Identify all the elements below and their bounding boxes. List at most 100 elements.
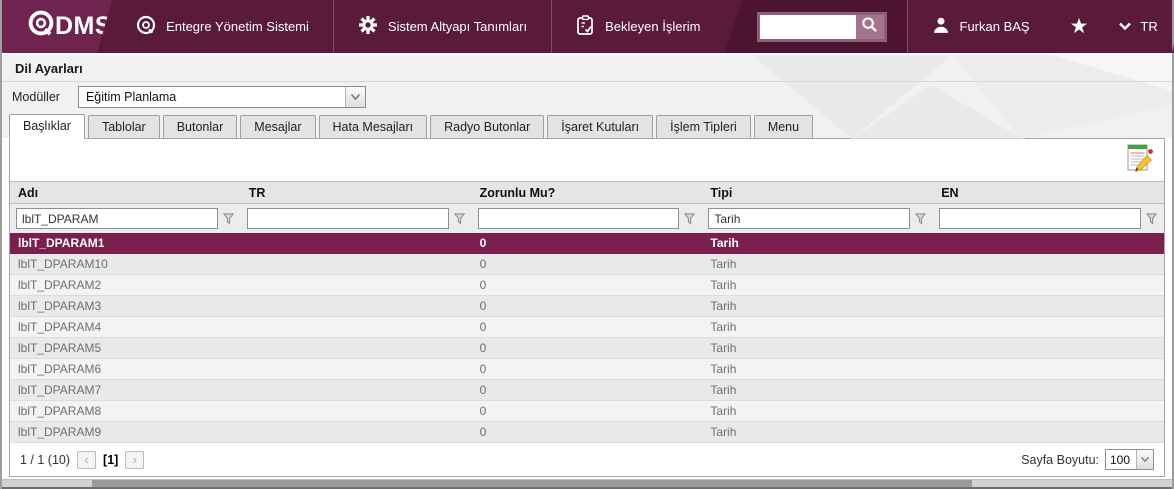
qdms-q-icon — [28, 10, 54, 43]
table-cell: lblT_DPARAM8 — [10, 404, 241, 418]
chevron-down-icon[interactable] — [345, 87, 365, 107]
module-dropdown[interactable]: Eğitim Planlama — [78, 86, 366, 108]
global-search-section — [725, 0, 907, 53]
table-row[interactable]: lblT_DPARAM100Tarih — [10, 254, 1164, 275]
top-navigation-bar: DMS Entegre Yönetim Sistemi Sistem Altya… — [2, 0, 1172, 55]
tab-islem-tipleri[interactable]: İşlem Tipleri — [656, 115, 751, 138]
column-header[interactable]: EN — [933, 182, 1164, 203]
grid-filter-row — [10, 204, 1164, 233]
table-row[interactable]: lblT_DPARAM30Tarih — [10, 296, 1164, 317]
table-cell: Tarih — [702, 236, 933, 250]
table-cell: 0 — [472, 236, 703, 250]
table-cell: Tarih — [702, 362, 933, 376]
tab-radyo-butonlar[interactable]: Radyo Butonlar — [430, 115, 544, 138]
filter-funnel-icon[interactable] — [453, 212, 466, 226]
filter-cell — [472, 208, 703, 229]
tab-strip: BaşlıklarTablolarButonlarMesajlarHata Me… — [2, 112, 1172, 138]
table-row[interactable]: lblT_DPARAM90Tarih — [10, 422, 1164, 443]
scrollbar-thumb[interactable] — [92, 480, 972, 487]
filter-cell — [702, 208, 933, 229]
column-header[interactable]: Tipi — [702, 182, 933, 203]
next-page-button[interactable]: › — [125, 451, 144, 469]
search-button[interactable] — [856, 15, 884, 39]
tab-butonlar[interactable]: Butonlar — [163, 115, 238, 138]
user-menu[interactable]: Furkan BAŞ — [907, 0, 1054, 53]
nav-sistem-altyapi-tanimlari[interactable]: Sistem Altyapı Tanımları — [333, 0, 551, 53]
table-cell: lblT_DPARAM9 — [10, 425, 241, 439]
column-header[interactable]: TR — [241, 182, 472, 203]
tab-mesajlar[interactable]: Mesajlar — [240, 115, 315, 138]
filter-funnel-icon[interactable] — [1145, 212, 1158, 226]
page-title: Dil Ayarları — [15, 61, 83, 76]
table-cell: 0 — [472, 383, 703, 397]
table-row[interactable]: lblT_DPARAM8 0Tarih — [10, 401, 1164, 422]
tab-menu[interactable]: Menu — [754, 115, 813, 138]
tab-basliklar[interactable]: Başlıklar — [9, 114, 85, 139]
filter-input[interactable] — [708, 208, 910, 229]
gear-icon — [358, 15, 378, 38]
page-size-dropdown[interactable]: 100 — [1105, 449, 1154, 470]
nav-bekleyen-islerim[interactable]: Bekleyen İşlerim — [551, 0, 724, 53]
nav-label: Bekleyen İşlerim — [605, 19, 700, 34]
table-cell: Tarih — [702, 383, 933, 397]
page-size-value: 100 — [1106, 453, 1136, 467]
filter-input[interactable] — [478, 208, 680, 229]
table-cell: Tarih — [702, 320, 933, 334]
table-cell: 0 — [472, 362, 703, 376]
favorites-button[interactable]: ★ — [1054, 0, 1105, 53]
page-summary: 1 / 1 (10) — [20, 453, 70, 467]
qdms-logo-text: DMS — [28, 10, 112, 43]
search-input[interactable] — [760, 15, 856, 39]
table-cell: lblT_DPARAM3 — [10, 299, 241, 313]
table-cell: 0 — [472, 299, 703, 313]
chevron-down-icon[interactable] — [1136, 450, 1153, 469]
table-cell: lblT_DPARAM6 — [10, 362, 241, 376]
table-cell: lblT_DPARAM5 — [10, 341, 241, 355]
filter-funnel-icon[interactable] — [914, 212, 927, 226]
filter-funnel-icon[interactable] — [222, 212, 235, 226]
table-row[interactable]: lblT_DPARAM20Tarih — [10, 275, 1164, 296]
filter-cell — [241, 208, 472, 229]
nav-entegre-yonetim-sistemi[interactable]: Entegre Yönetim Sistemi — [112, 0, 333, 53]
qdms-logo[interactable]: DMS — [2, 0, 112, 53]
horizontal-scrollbar[interactable] — [2, 479, 1172, 487]
tab-tablolar[interactable]: Tablolar — [88, 115, 160, 138]
module-selector-label: Modüller — [12, 90, 60, 104]
table-row[interactable]: lblT_DPARAM10Tarih — [10, 233, 1164, 254]
nav-label: Entegre Yönetim Sistemi — [166, 19, 309, 34]
filter-input[interactable] — [939, 208, 1141, 229]
user-icon — [932, 16, 950, 37]
tab-isaret-kutulari[interactable]: İşaret Kutuları — [547, 115, 653, 138]
language-selector[interactable]: TR — [1104, 0, 1171, 53]
user-name: Furkan BAŞ — [960, 19, 1030, 34]
table-row[interactable]: lblT_DPARAM6 0Tarih — [10, 359, 1164, 380]
language-code: TR — [1140, 19, 1157, 34]
table-cell: lblT_DPARAM10 — [10, 257, 241, 271]
filter-funnel-icon[interactable] — [683, 212, 696, 226]
filter-input[interactable] — [16, 208, 218, 229]
tab-hata-mesajlari[interactable]: Hata Mesajları — [319, 115, 428, 138]
table-cell: Tarih — [702, 278, 933, 292]
clipboard-check-icon — [576, 15, 595, 39]
current-page[interactable]: [1] — [103, 453, 118, 467]
table-cell: 0 — [472, 404, 703, 418]
prev-page-button[interactable]: ‹ — [77, 451, 96, 469]
page-size-label: Sayfa Boyutu: — [1021, 453, 1099, 467]
edit-grid-icon[interactable] — [1127, 143, 1154, 177]
grid-header-row: AdıTRZorunlu Mu?TipiEN — [10, 181, 1164, 204]
table-cell: 0 — [472, 341, 703, 355]
table-row[interactable]: lblT_DPARAM40Tarih — [10, 317, 1164, 338]
column-header[interactable]: Adı — [10, 182, 241, 203]
table-cell: lblT_DPARAM7 — [10, 383, 241, 397]
table-row[interactable]: lblT_DPARAM7 0Tarih — [10, 380, 1164, 401]
table-cell: 0 — [472, 320, 703, 334]
table-row[interactable]: lblT_DPARAM50Tarih — [10, 338, 1164, 359]
table-cell: 0 — [472, 257, 703, 271]
module-dropdown-value: Eğitim Planlama — [79, 90, 345, 104]
content-panel: AdıTRZorunlu Mu?TipiEN lblT_DPARAM10Tari… — [9, 138, 1165, 477]
chevron-down-icon — [1118, 19, 1132, 34]
table-cell: 0 — [472, 425, 703, 439]
filter-input[interactable] — [247, 208, 449, 229]
table-cell: Tarih — [702, 404, 933, 418]
column-header[interactable]: Zorunlu Mu? — [472, 182, 703, 203]
